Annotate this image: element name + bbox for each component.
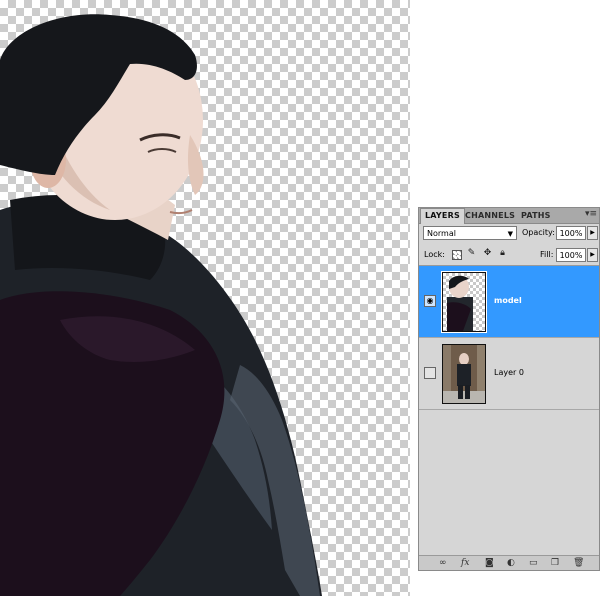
layer-thumbnail-model[interactable]: [441, 271, 487, 333]
panel-menu-icon[interactable]: ▾≡: [585, 209, 597, 219]
tab-layers[interactable]: LAYERS: [420, 208, 465, 224]
layer-name[interactable]: model: [494, 296, 522, 305]
link-layers-icon[interactable]: ∞: [439, 557, 447, 569]
new-layer-icon[interactable]: ❐: [551, 557, 559, 569]
lock-all-icon[interactable]: 🔒︎: [497, 248, 508, 259]
lock-pixels-brush-icon[interactable]: ✎: [466, 248, 477, 259]
lock-label: Lock:: [424, 250, 445, 259]
fx-icon[interactable]: fx: [461, 557, 469, 569]
layer-mask-icon[interactable]: ◙: [485, 557, 494, 569]
document-canvas[interactable]: [0, 0, 410, 596]
lock-position-move-icon[interactable]: ✥: [482, 248, 493, 259]
blend-mode-value: Normal: [427, 229, 456, 238]
visibility-eye-icon[interactable]: ◉: [424, 295, 436, 307]
panel-tab-bar: LAYERS CHANNELS PATHS ▾≡: [419, 208, 599, 224]
trash-icon[interactable]: 🗑︎: [573, 557, 584, 569]
adjustment-layer-icon[interactable]: ◐: [507, 557, 515, 569]
layer0-thumbnail-image: [443, 345, 485, 403]
model-thumbnail-image: [447, 275, 473, 331]
opacity-slider-arrow-icon[interactable]: ▶: [587, 226, 598, 240]
layer-thumbnail-layer0[interactable]: [442, 344, 486, 404]
layer-name[interactable]: Layer 0: [494, 368, 524, 377]
lock-transparency-icon[interactable]: [452, 250, 462, 260]
blend-mode-select[interactable]: Normal ▼: [423, 226, 517, 240]
fill-label: Fill:: [540, 250, 554, 259]
fill-slider-arrow-icon[interactable]: ▶: [587, 248, 598, 262]
panel-footer-toolbar: ∞ fx ◙ ◐ ▭ ❐ 🗑︎: [419, 555, 599, 570]
dropdown-arrow-icon: ▼: [507, 230, 513, 238]
layer-row-model[interactable]: ◉ model: [419, 266, 599, 338]
visibility-toggle-empty-icon[interactable]: [424, 367, 436, 379]
layer-row-layer0[interactable]: Layer 0: [419, 338, 599, 410]
opacity-input[interactable]: 100%: [556, 226, 586, 240]
group-folder-icon[interactable]: ▭: [529, 557, 538, 569]
tab-paths[interactable]: PATHS: [517, 209, 555, 223]
fill-input[interactable]: 100%: [556, 248, 586, 262]
layers-list: ◉ model Layer 0: [419, 265, 599, 556]
layers-panel: LAYERS CHANNELS PATHS ▾≡ Normal ▼ Opacit…: [418, 207, 600, 571]
model-cutout-image: [0, 14, 322, 596]
tab-channels[interactable]: CHANNELS: [461, 209, 519, 223]
opacity-label: Opacity:: [522, 228, 555, 237]
